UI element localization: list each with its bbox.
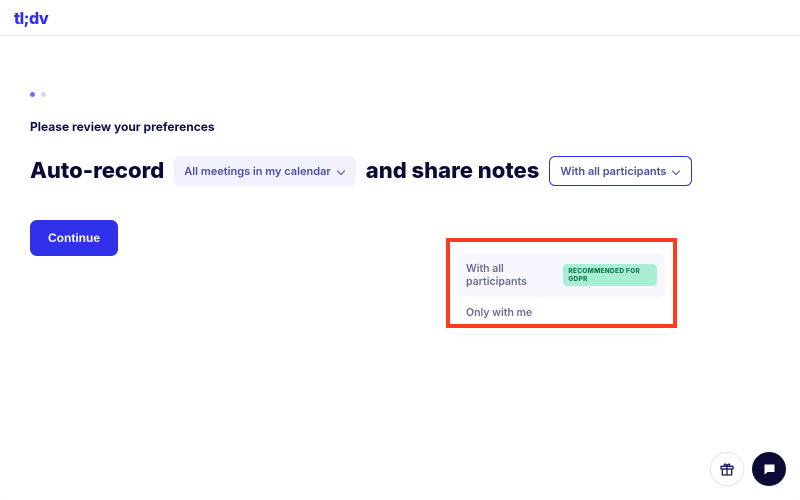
chevron-down-icon — [672, 167, 681, 176]
chat-icon — [762, 462, 777, 477]
share-option-all-participants[interactable]: With all participants RECOMMENDED FOR GD… — [458, 253, 665, 297]
preferences-sentence: Auto-record All meetings in my calendar … — [30, 156, 770, 186]
sentence-part-2: and share notes — [366, 158, 540, 184]
share-option-only-me[interactable]: Only with me — [458, 297, 665, 328]
sentence-part-1: Auto-record — [30, 158, 164, 184]
brand-logo: tl;dv — [14, 8, 48, 28]
referral-button[interactable] — [710, 452, 744, 486]
share-notes-dropdown: With all participants RECOMMENDED FOR GD… — [452, 247, 671, 334]
share-notes-select[interactable]: With all participants — [549, 156, 692, 186]
page-subtitle: Please review your preferences — [30, 119, 770, 134]
auto-record-value: All meetings in my calendar — [184, 164, 330, 178]
support-chat-button[interactable] — [752, 452, 786, 486]
top-bar: tl;dv — [0, 0, 800, 36]
gift-icon — [719, 461, 735, 477]
step-dot-1 — [30, 92, 35, 97]
chevron-down-icon — [337, 167, 346, 176]
share-notes-value: With all participants — [560, 164, 666, 178]
auto-record-select[interactable]: All meetings in my calendar — [174, 156, 355, 186]
gdpr-badge: RECOMMENDED FOR GDPR — [563, 264, 657, 286]
option-label: With all participants — [466, 262, 557, 288]
step-dot-2 — [41, 92, 46, 97]
option-label: Only with me — [466, 306, 532, 319]
continue-button[interactable]: Continue — [30, 220, 118, 256]
step-indicator — [30, 92, 770, 97]
